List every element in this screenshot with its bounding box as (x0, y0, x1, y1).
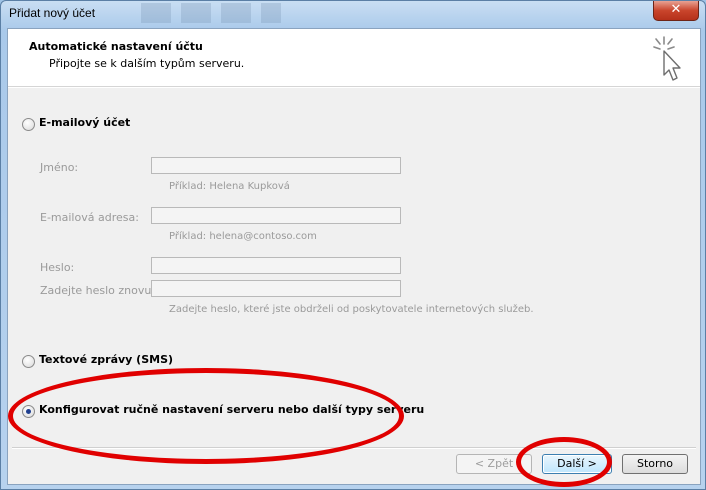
name-hint: Příklad: Helena Kupková (169, 181, 290, 192)
password-input[interactable] (151, 257, 401, 274)
email-account-label[interactable]: E-mailový účet (39, 116, 130, 129)
email-account-radio[interactable] (22, 118, 35, 131)
name-label: Jméno: (40, 161, 79, 174)
email-label: E-mailová adresa: (40, 211, 139, 224)
header-divider (8, 87, 700, 88)
title-bar[interactable]: Přidat nový účet ✕ (1, 1, 705, 27)
sms-radio[interactable] (22, 355, 35, 368)
highlight-ellipse-next-button (516, 437, 612, 487)
name-input[interactable] (151, 157, 401, 174)
page-subtitle: Připojte se k dalším typům serveru. (49, 57, 245, 70)
password-repeat-input[interactable] (151, 280, 401, 297)
cancel-button[interactable]: Storno (622, 454, 688, 474)
background-window-ghost (141, 3, 281, 23)
password-label: Heslo: (40, 261, 75, 274)
password-hint: Zadejte heslo, které jste obdrželi od po… (169, 304, 534, 315)
cursor-sparkle-icon (653, 36, 681, 81)
sms-label[interactable]: Textové zprávy (SMS) (39, 353, 173, 366)
password-repeat-label: Zadejte heslo znovu: (40, 284, 156, 297)
wizard-header: Automatické nastavení účtu Připojte se k… (8, 29, 700, 87)
window-title: Přidat nový účet (9, 6, 96, 20)
highlight-ellipse-manual-option (8, 368, 404, 464)
close-button[interactable]: ✕ (653, 1, 699, 21)
email-input[interactable] (151, 207, 401, 224)
page-title: Automatické nastavení účtu (29, 40, 203, 53)
email-hint: Příklad: helena@contoso.com (169, 231, 317, 242)
